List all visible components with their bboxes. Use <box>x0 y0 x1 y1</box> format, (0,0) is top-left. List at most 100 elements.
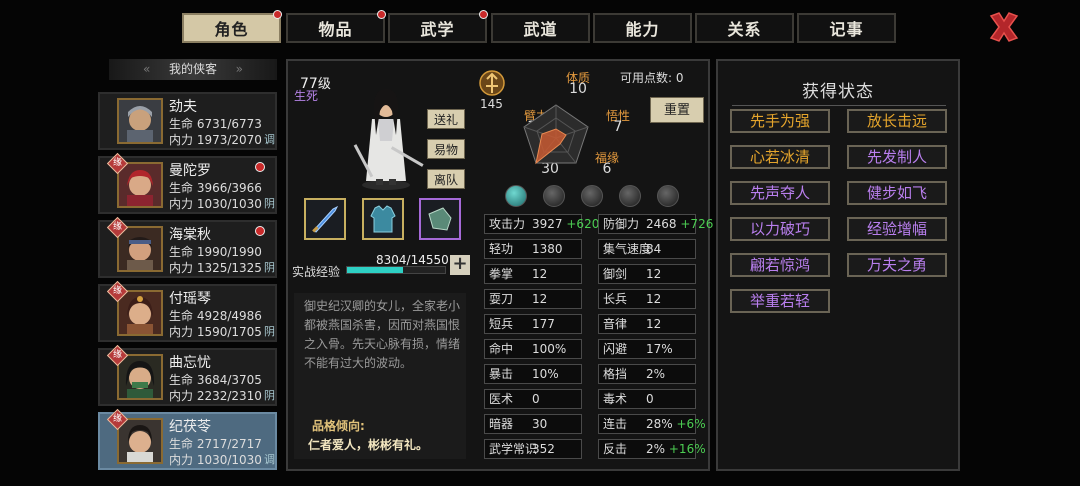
buff-badge[interactable]: 健步如飞 <box>847 181 947 205</box>
hero-portrait <box>117 162 163 208</box>
hero-card[interactable]: 缘 付瑶琴 生命 4928/4986 内力 1590/1705 阴 <box>98 280 277 342</box>
hero-portrait <box>117 354 163 400</box>
reset-button[interactable]: 重置 <box>650 97 704 123</box>
stat-label: 医术 <box>489 392 514 406</box>
buff-badge[interactable]: 举重若轻 <box>730 289 830 313</box>
hero-class: 阴 <box>264 389 275 402</box>
available-points: 可用点数: 0 <box>620 71 684 85</box>
add-exp-button[interactable]: + <box>450 255 470 275</box>
status-title: 获得状态 <box>802 82 874 102</box>
meridian-orb-icon[interactable] <box>657 185 679 207</box>
stat-bonus: +6% <box>676 417 706 431</box>
stat-value: 2% +16% <box>646 442 706 456</box>
stat-row: 暗器 30 <box>484 414 582 434</box>
meridian-orb-icon[interactable] <box>505 185 527 207</box>
meridian-orb-icon[interactable] <box>543 185 565 207</box>
stat-label: 拳掌 <box>489 267 514 281</box>
armor-icon <box>370 205 396 233</box>
stat-label: 防御力 <box>603 217 640 231</box>
hero-card-selected[interactable]: 缘 纪茯苓 生命 2717/2717 内力 1030/1030 调 <box>98 408 277 470</box>
tab-martial-arts[interactable]: 武学 <box>388 10 488 43</box>
hero-card[interactable]: 缘 海棠秋 生命 1990/1990 内力 1325/1325 阴 <box>98 216 277 278</box>
stat-value: 0 <box>646 392 654 406</box>
stat-label: 耍刀 <box>489 292 514 306</box>
tab-label: 能力 <box>625 20 660 39</box>
buff-badge[interactable]: 先声夺人 <box>730 181 830 205</box>
hero-card[interactable]: 缘 曼陀罗 生命 3966/3966 内力 1030/1030 阴 <box>98 152 277 214</box>
equip-slot-accessory[interactable] <box>419 198 461 240</box>
hero-hp: 生命 3684/3705 <box>169 373 262 387</box>
bio-text: 御史纪汉卿的女儿，全家老小都被燕国杀害，因而对燕国恨之入骨。先天心脉有损，情绪不… <box>304 299 461 370</box>
stat-value: 12 <box>532 267 548 281</box>
stat-label: 格挡 <box>603 367 628 381</box>
trade-button[interactable]: 易物 <box>427 139 465 159</box>
buff-badge[interactable]: 经验增幅 <box>847 217 947 241</box>
hero-portrait <box>117 226 163 272</box>
stat-label: 闪避 <box>603 342 628 356</box>
buff-badge[interactable]: 以力破巧 <box>730 217 830 241</box>
tab-martial-path[interactable]: 武道 <box>491 13 590 43</box>
tab-label: 角色 <box>214 20 249 39</box>
stat-label: 连击 <box>603 417 628 431</box>
leave-party-button[interactable]: 离队 <box>427 169 465 189</box>
stat-value: 12 <box>646 267 662 281</box>
stat-row: 命中 100% <box>484 339 582 359</box>
stat-row: 闪避 17% <box>598 339 696 359</box>
hero-mp: 内力 1973/2070 <box>169 133 262 147</box>
tab-items[interactable]: 物品 <box>286 10 386 43</box>
character-sprite <box>353 89 424 190</box>
buff-badge[interactable]: 先发制人 <box>847 145 947 169</box>
gift-button[interactable]: 送礼 <box>427 109 465 129</box>
stat-label: 轻功 <box>489 242 514 256</box>
life-status: 生死 <box>294 89 319 103</box>
close-icon[interactable] <box>986 9 1022 45</box>
notification-dot <box>255 226 265 236</box>
buff-badge[interactable]: 放长击远 <box>847 109 947 133</box>
stat-bonus: +726 <box>680 217 714 231</box>
hero-hp: 生命 3966/3966 <box>169 181 262 195</box>
hero-card[interactable]: 缘 曲忘忧 生命 3684/3705 内力 2232/2310 阴 <box>98 344 277 406</box>
stat-value: 28% +6% <box>646 417 706 431</box>
buff-badge[interactable]: 万夫之勇 <box>847 253 947 277</box>
attribute-total: 145 <box>480 97 503 111</box>
tab-character[interactable]: 角色 <box>182 10 282 43</box>
stat-value: 2468 +726 <box>646 217 714 231</box>
hero-mp: 内力 1030/1030 <box>169 453 262 467</box>
stat-row: 攻击力 3927 +620 <box>484 214 599 234</box>
hero-name: 曲忘忧 <box>169 355 211 371</box>
status-panel: 获得状态 先手为强 放长击远 心若冰清 先发制人 先声夺人 健步如飞 以力破巧 经验增幅 翩若惊… <box>716 59 960 471</box>
meridian-orb-icon[interactable] <box>581 185 603 207</box>
chevron-right-icon[interactable]: » <box>236 59 243 80</box>
stat-label: 命中 <box>489 342 514 356</box>
stat-value: 2% <box>646 367 666 381</box>
hero-card[interactable]: 劲夫 生命 6731/6773 内力 1973/2070 调 <box>98 92 277 150</box>
buff-badge[interactable]: 翩若惊鸿 <box>730 253 830 277</box>
roster-title: 我的侠客 <box>168 62 217 76</box>
tab-journal[interactable]: 记事 <box>797 13 896 43</box>
stat-value: 10% <box>532 367 559 381</box>
notification-dot <box>273 10 282 19</box>
tab-label: 关系 <box>727 20 762 39</box>
stat-value: 0 <box>532 392 540 406</box>
hero-portrait <box>117 418 163 464</box>
character-detail-panel: 77级 生死 送礼 易物 离队 实战经验 8304/14550 + 御史纪汉卿的… <box>286 59 714 471</box>
equip-slot-weapon[interactable] <box>304 198 346 240</box>
stat-row: 耍刀 12 <box>484 289 582 309</box>
hero-portrait <box>117 290 163 336</box>
hero-hp: 生命 1990/1990 <box>169 245 262 259</box>
tab-relations[interactable]: 关系 <box>695 13 794 43</box>
hero-mp: 内力 2232/2310 <box>169 389 262 403</box>
chevron-left-icon[interactable]: « <box>143 59 150 80</box>
stat-value: 17% <box>646 342 673 356</box>
hero-name: 曼陀罗 <box>169 163 211 179</box>
bio-box: 御史纪汉卿的女儿，全家老小都被燕国杀害，因而对燕国恨之入骨。先天心脉有损，情绪不… <box>294 293 466 459</box>
stat-row: 短兵 177 <box>484 314 582 334</box>
stat-label: 武学常识 <box>489 442 538 456</box>
buff-badge[interactable]: 心若冰清 <box>730 145 830 169</box>
tab-label: 记事 <box>829 20 864 39</box>
equip-slot-armor[interactable] <box>362 198 404 240</box>
buff-badge[interactable]: 先手为强 <box>730 109 830 133</box>
meridian-orb-icon[interactable] <box>619 185 641 207</box>
tab-abilities[interactable]: 能力 <box>593 13 692 43</box>
stat-value: 12 <box>646 292 662 306</box>
